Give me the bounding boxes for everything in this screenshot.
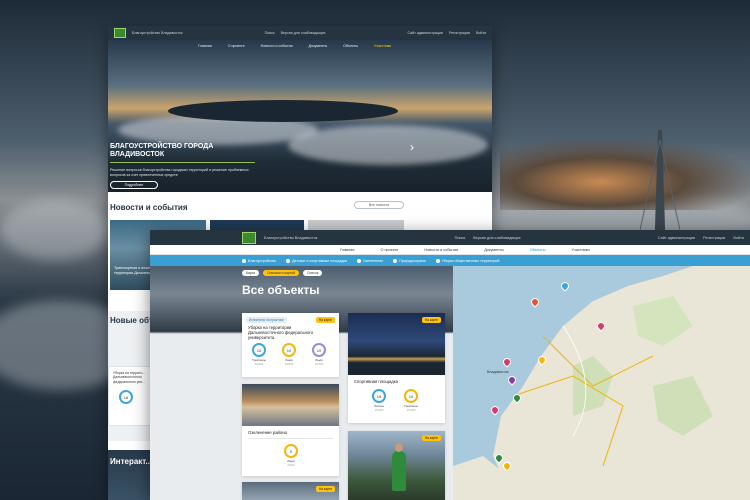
accessibility-link[interactable]: Версия для слабовидящих: [281, 31, 326, 35]
person-head: [395, 443, 403, 452]
person-figure: [392, 451, 406, 491]
stat-sub: 10/100: [406, 408, 416, 412]
nav-item-documents[interactable]: Документы: [309, 44, 328, 48]
hero-divider: [110, 162, 255, 163]
filter-greening[interactable]: Озеленение: [356, 258, 383, 263]
nav-item-participants[interactable]: Участники: [571, 248, 589, 252]
on-map-badge[interactable]: На карте: [315, 317, 335, 323]
stat-ring: 10: [252, 343, 266, 357]
main-nav: Главная О проекте Новости и события Доку…: [198, 44, 391, 48]
main-nav: Главная О проекте Новости и события Доку…: [150, 245, 750, 255]
nav-item-objects[interactable]: Объекты: [530, 248, 546, 252]
brand-name: Благоустройство Владивосток: [264, 235, 318, 240]
nav-item-news[interactable]: Новости и события: [261, 44, 293, 48]
stat-ring: 10: [282, 343, 296, 357]
news-section-title: Новости и события: [110, 203, 188, 212]
map-city-label: Владивосток: [487, 370, 509, 374]
top-bar: Благоустройство Владивосток Поиск Версия…: [108, 26, 492, 40]
stat-item: 15 Лопаты 15/100: [370, 389, 388, 412]
background-city-lights: [500, 140, 750, 210]
stat-sub: 10/100: [284, 362, 294, 366]
search-link[interactable]: Поиск: [265, 31, 275, 35]
on-map-badge[interactable]: На карте: [421, 317, 441, 323]
check-icon: [393, 258, 398, 263]
nav-item-about[interactable]: О проекте: [380, 248, 398, 252]
hero-title: БЛАГОУСТРОЙСТВО ГОРОДА ВЛАДИВОСТОК: [110, 143, 214, 158]
nav-item-objects[interactable]: Объекты: [343, 44, 358, 48]
search-link[interactable]: Поиск: [455, 236, 466, 240]
object-card[interactable]: Озеленение района 0 Люди 0/100: [242, 384, 339, 476]
nav-item-documents[interactable]: Документы: [484, 248, 504, 252]
filter-nature[interactable]: Природоохрана: [393, 258, 426, 263]
view-map-chip[interactable]: Карта: [242, 270, 260, 276]
all-news-button[interactable]: Все новости: [354, 201, 404, 209]
filter-cleaning[interactable]: Уборка общественных территорий: [435, 258, 499, 263]
nav-item-home[interactable]: Главная: [340, 248, 354, 252]
stat-ring: 15: [372, 389, 386, 403]
site-window-objects: Благоустройство Владивосток Поиск Версия…: [150, 230, 750, 500]
object-card[interactable]: На карте Спортивная площадка 15 Лопаты 1…: [348, 313, 445, 423]
on-map-badge[interactable]: На карте: [315, 486, 335, 492]
interactive-title: Интеракт...: [110, 457, 153, 466]
top-bar: Благоустройство Владивосток Поиск Версия…: [150, 230, 750, 245]
check-icon: [435, 258, 440, 263]
object-card-title: Уборка на территории Дальневосточного фе…: [248, 325, 314, 341]
stat-ring: 10: [312, 343, 326, 357]
object-card-title: Озеленение района: [248, 430, 287, 435]
site-logo-icon[interactable]: [242, 231, 256, 244]
hero-banner: Главная О проекте Новости и события Доку…: [108, 40, 492, 192]
register-link[interactable]: Регистрация: [449, 31, 470, 35]
more-button[interactable]: Подробнее: [110, 181, 158, 189]
filter-improvement[interactable]: Благоустройство: [242, 258, 276, 263]
hero-land: [168, 100, 398, 122]
stat-item: 10 Люди 10/100: [310, 343, 328, 366]
category-filters: Благоустройство Детские и спортивные пло…: [150, 255, 750, 266]
object-card[interactable]: На карте: [242, 482, 339, 500]
stat-sub: 10/100: [314, 362, 324, 366]
hero-fog: [288, 125, 488, 165]
brand-name: Благоустройство Владивосток: [132, 31, 183, 35]
stat-sub: 0/100: [287, 463, 295, 467]
object-photo: [242, 384, 339, 426]
objects-map[interactable]: Владивосток: [453, 266, 750, 500]
check-icon: [286, 258, 291, 263]
stat-sub: 10/100: [254, 362, 264, 366]
stat-ring: 16: [119, 390, 133, 405]
nav-item-home[interactable]: Главная: [198, 44, 212, 48]
admin-site-link[interactable]: Сайт администрации: [408, 31, 443, 35]
login-link[interactable]: Войти: [476, 31, 486, 35]
login-link[interactable]: Войти: [733, 236, 744, 240]
admin-site-link[interactable]: Сайт администрации: [658, 236, 695, 240]
object-card-title: Спортивная площадка: [354, 379, 398, 384]
filter-playgrounds[interactable]: Детские и спортивные площадки: [286, 258, 347, 263]
view-switcher: Карта Списком и картой Список: [242, 270, 323, 276]
accessibility-link[interactable]: Версия для слабовидящих: [473, 236, 521, 240]
map-land: [453, 266, 750, 500]
site-logo-icon[interactable]: [114, 28, 126, 38]
stat-item: 10 Трейлеры 10/100: [250, 343, 268, 366]
stat-item: 0 Люди 0/100: [282, 444, 300, 467]
stat-ring: 0: [284, 444, 298, 458]
object-card[interactable]: На карте: [348, 431, 445, 500]
view-list-chip[interactable]: Список: [303, 270, 323, 276]
on-map-badge[interactable]: На карте: [421, 435, 441, 441]
stat-sub: 15/100: [374, 408, 384, 412]
page-title: Все объекты: [242, 283, 320, 297]
nav-item-participants[interactable]: Участники: [374, 44, 391, 48]
check-icon: [356, 258, 361, 263]
stat-item: 10 Люди 10/100: [280, 343, 298, 366]
view-list-map-chip[interactable]: Списком и картой: [263, 270, 300, 276]
check-icon: [242, 258, 246, 263]
object-card[interactable]: Исполнено на практике На карте Уборка на…: [242, 313, 339, 377]
stat-item: 10 Трейлеры 10/100: [402, 389, 420, 412]
register-link[interactable]: Регистрация: [703, 236, 725, 240]
nav-item-news[interactable]: Новости и события: [424, 248, 458, 252]
nav-item-about[interactable]: О проекте: [228, 44, 245, 48]
chevron-right-icon[interactable]: ›: [410, 140, 414, 154]
background-cloud: [0, 200, 110, 260]
card-divider: [248, 438, 333, 439]
status-tag: Исполнено на практике: [246, 317, 287, 323]
hero-subtitle: Решение вопросов благоустройства городск…: [110, 168, 249, 177]
stat-ring: 10: [404, 389, 418, 403]
